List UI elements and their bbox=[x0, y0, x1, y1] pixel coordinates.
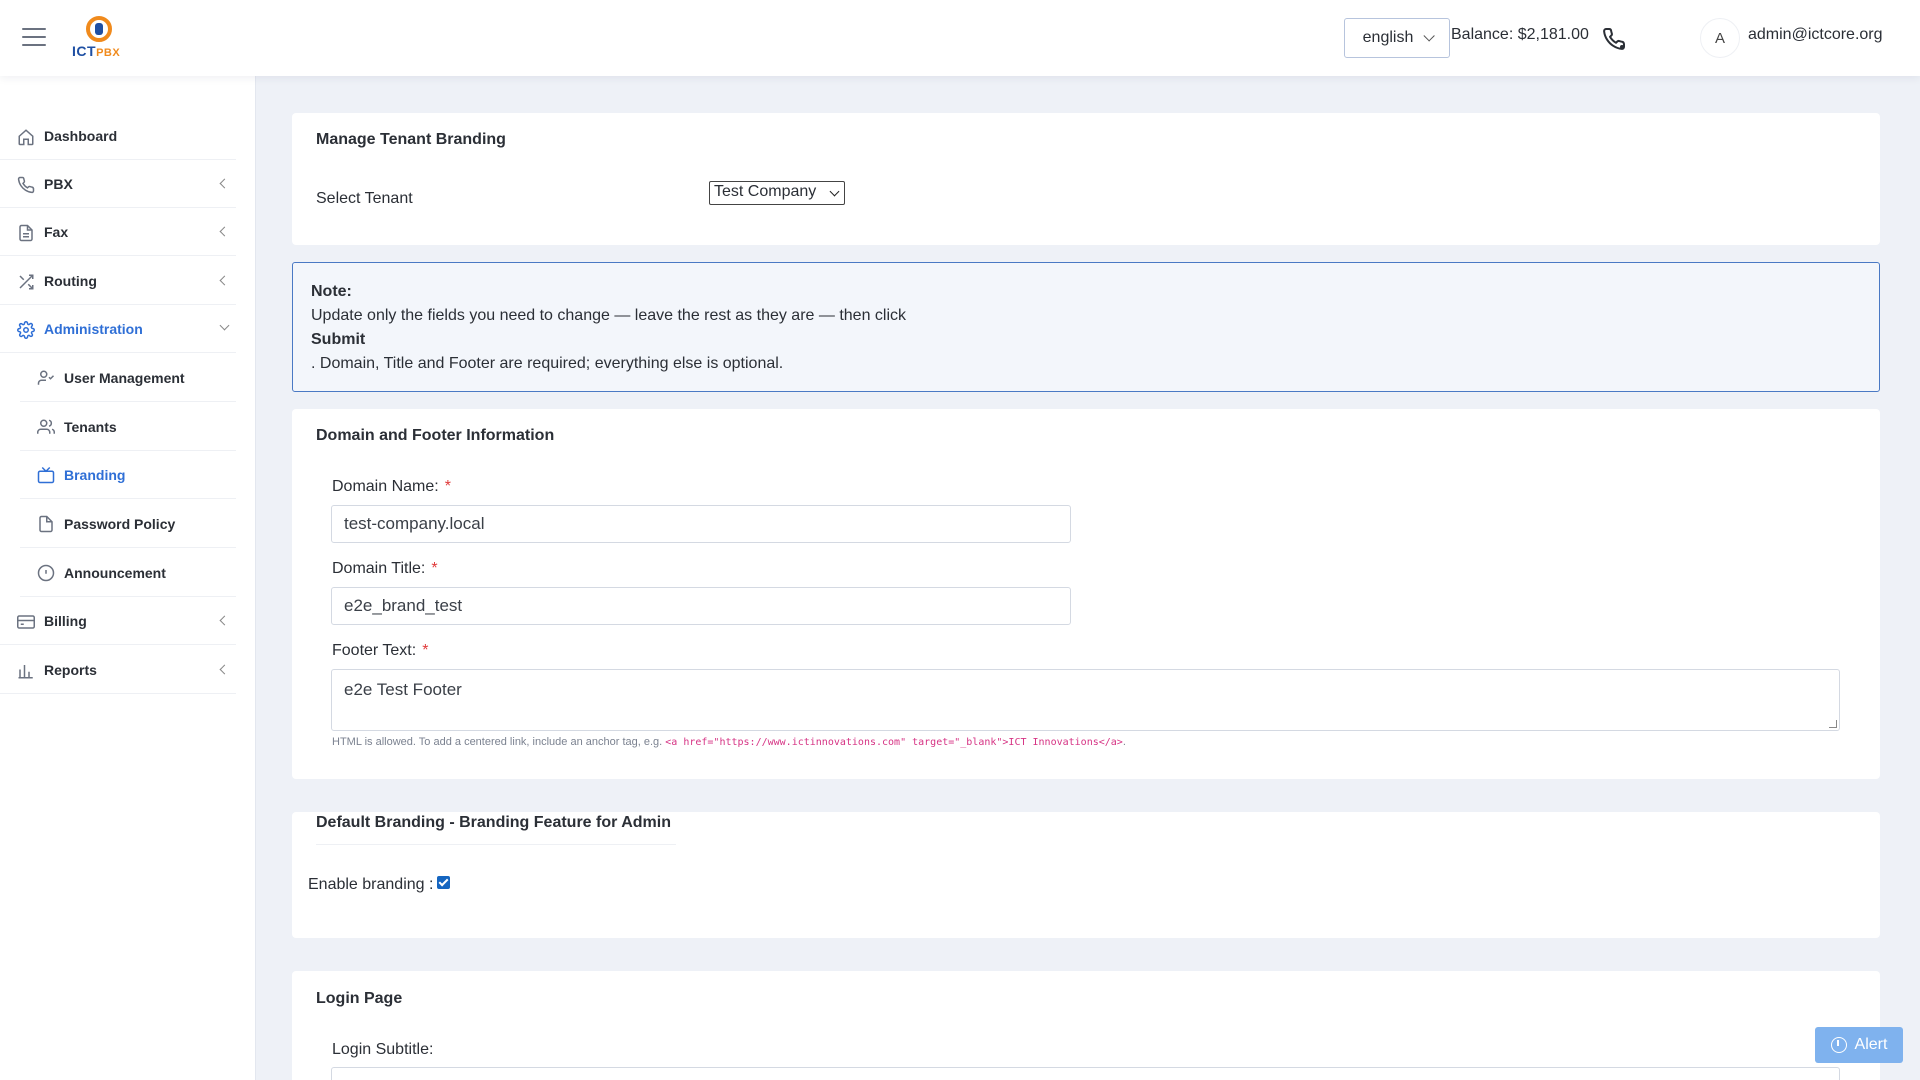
bar-chart-icon bbox=[18, 665, 33, 679]
chevron-left-icon bbox=[219, 178, 230, 189]
chevron-down-icon bbox=[219, 320, 230, 331]
note-submit: Submit bbox=[311, 331, 366, 348]
logo-text: ICTPBX bbox=[72, 43, 121, 59]
sidebar-subitem-user-management[interactable]: User Management bbox=[20, 354, 236, 402]
ictpbx-logo[interactable]: ICTPBX bbox=[70, 16, 126, 60]
login-page-card bbox=[292, 971, 1880, 1080]
footer-text-label: Footer Text: * bbox=[332, 642, 429, 659]
gear-icon bbox=[17, 321, 35, 339]
required-marker: * bbox=[444, 478, 451, 495]
footer-help-code: <a href="https://www.ictinnovations.com"… bbox=[665, 737, 1123, 748]
sidebar-item-label: Fax bbox=[44, 224, 69, 240]
sidebar-subitem-label: Announcement bbox=[64, 565, 166, 581]
domain-title-label: Domain Title: * bbox=[332, 560, 438, 577]
domain-name-label: Domain Name: * bbox=[332, 478, 451, 495]
domain-name-input[interactable]: test-company.local bbox=[331, 505, 1071, 543]
chevron-left-icon bbox=[219, 615, 230, 626]
sidebar-item-label: Administration bbox=[44, 321, 143, 337]
footer-help-text: HTML is allowed. To add a centered link,… bbox=[332, 736, 1126, 748]
sidebar-subitem-label: Password Policy bbox=[64, 516, 176, 532]
chevron-left-icon bbox=[219, 664, 230, 675]
language-value: english bbox=[1362, 29, 1414, 46]
sidebar-item-fax[interactable]: Fax bbox=[0, 208, 236, 256]
sidebar-item-pbx[interactable]: PBX bbox=[0, 160, 236, 208]
manage-tenant-card bbox=[292, 113, 1880, 245]
balance-display: Balance: $2,181.00 bbox=[1451, 26, 1589, 43]
login-subtitle-label: Login Subtitle: bbox=[332, 1041, 434, 1058]
sidebar-subitem-password-policy[interactable]: Password Policy bbox=[20, 500, 236, 548]
shuffle-icon bbox=[19, 274, 34, 290]
default-branding-title: Default Branding - Branding Feature for … bbox=[316, 814, 676, 845]
file-icon bbox=[39, 515, 53, 533]
tv-icon bbox=[37, 466, 55, 484]
sidebar-item-label: Routing bbox=[44, 273, 97, 289]
note-box: Note: Update only the fields you need to… bbox=[292, 262, 1880, 392]
users-icon bbox=[37, 419, 55, 434]
domain-title-input[interactable]: e2e_brand_test bbox=[331, 587, 1071, 625]
sidebar: Dashboard PBX Fax Routing Administration… bbox=[0, 76, 256, 1080]
enable-branding-label: Enable branding : bbox=[308, 876, 434, 893]
sidebar-subitem-label: Branding bbox=[64, 467, 126, 483]
sidebar-subitem-label: Tenants bbox=[64, 419, 117, 435]
sidebar-subitem-label: User Management bbox=[64, 370, 185, 386]
language-select[interactable]: english bbox=[1344, 18, 1450, 58]
hamburger-menu-icon[interactable] bbox=[22, 28, 46, 48]
footer-text-textarea[interactable]: e2e Test Footer bbox=[331, 669, 1840, 731]
avatar[interactable]: A bbox=[1700, 18, 1740, 58]
tenant-select[interactable]: Test Company bbox=[709, 181, 845, 205]
sidebar-item-reports[interactable]: Reports bbox=[0, 646, 236, 694]
sidebar-item-label: PBX bbox=[44, 176, 73, 192]
phone-icon[interactable] bbox=[1602, 27, 1626, 51]
note-line-1: Update only the fields you need to chang… bbox=[311, 307, 907, 324]
tenant-select-value: Test Company bbox=[714, 183, 817, 200]
sidebar-subitem-announcement[interactable]: Announcement bbox=[20, 549, 236, 597]
home-icon bbox=[18, 129, 34, 146]
chevron-left-icon bbox=[219, 226, 230, 237]
sidebar-item-routing[interactable]: Routing bbox=[0, 257, 236, 305]
chevron-down-icon bbox=[1423, 30, 1436, 42]
user-check-icon bbox=[37, 370, 55, 385]
sidebar-subitem-branding[interactable]: Branding bbox=[20, 451, 236, 499]
domain-footer-title: Domain and Footer Information bbox=[316, 427, 555, 444]
info-icon bbox=[1830, 1037, 1847, 1053]
sidebar-item-label: Billing bbox=[44, 613, 87, 629]
sidebar-item-billing[interactable]: Billing bbox=[0, 597, 236, 645]
sidebar-item-dashboard[interactable]: Dashboard bbox=[0, 112, 236, 160]
note-heading: Note: bbox=[311, 283, 352, 300]
top-bar: ICTPBX english Balance: $2,181.00 A admi… bbox=[0, 0, 1920, 76]
alert-button[interactable]: Alert bbox=[1815, 1027, 1903, 1063]
note-line-3: . Domain, Title and Footer are required;… bbox=[311, 355, 784, 372]
enable-branding-checkbox[interactable] bbox=[437, 876, 450, 889]
select-tenant-label: Select Tenant bbox=[316, 190, 413, 207]
sidebar-item-label: Reports bbox=[44, 662, 97, 678]
resize-handle-icon[interactable] bbox=[1829, 720, 1837, 728]
login-page-title: Login Page bbox=[316, 990, 403, 1007]
credit-card-icon bbox=[17, 615, 35, 629]
alert-button-label: Alert bbox=[1854, 1036, 1888, 1053]
document-icon bbox=[19, 224, 33, 242]
info-icon bbox=[37, 564, 55, 582]
chevron-left-icon bbox=[219, 275, 230, 286]
user-email[interactable]: admin@ictcore.org bbox=[1748, 26, 1883, 44]
chevron-down-icon bbox=[829, 186, 840, 197]
logo-emblem bbox=[86, 16, 112, 42]
login-subtitle-input[interactable] bbox=[331, 1067, 1840, 1080]
sidebar-subitem-tenants[interactable]: Tenants bbox=[20, 403, 236, 451]
phone-icon bbox=[17, 176, 35, 194]
required-marker: * bbox=[422, 642, 429, 659]
sidebar-item-label: Dashboard bbox=[44, 128, 118, 144]
manage-tenant-title: Manage Tenant Branding bbox=[316, 131, 506, 148]
sidebar-item-administration[interactable]: Administration bbox=[0, 305, 236, 353]
footer-text-value: e2e Test Footer bbox=[344, 680, 462, 699]
required-marker: * bbox=[431, 560, 438, 577]
